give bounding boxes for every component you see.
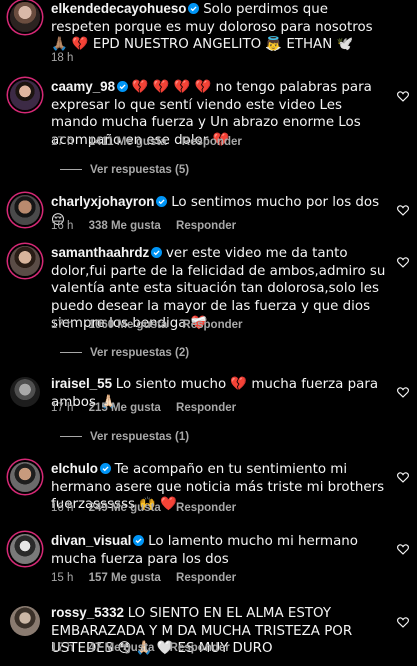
comment-meta: 17 h 215 Me gusta Responder	[51, 402, 248, 414]
comment-likes[interactable]: 338 Me gusta	[89, 220, 161, 232]
comment-meta: 17 h 1060 Me gusta Responder	[51, 319, 255, 331]
comment-meta: 16 h 338 Me gusta Responder	[51, 220, 248, 232]
like-heart-icon[interactable]	[396, 542, 410, 556]
comment-likes[interactable]: 1060 Me gusta	[89, 319, 168, 331]
replies-divider	[60, 352, 82, 354]
verified-badge-icon	[133, 535, 145, 546]
comment-body: divan_visual Lo lamento mucho mi hermano…	[51, 533, 388, 568]
comment-username[interactable]: samanthaahrdz	[51, 245, 149, 260]
comment-likes[interactable]: 47 Me gusta	[89, 642, 155, 654]
comment-username[interactable]: elchulo	[51, 461, 98, 476]
view-replies-button[interactable]: Ver respuestas (5)	[60, 164, 189, 176]
replies-divider	[60, 169, 82, 171]
comment-meta: 15 h 157 Me gusta Responder	[51, 572, 248, 584]
verified-badge-icon	[151, 247, 163, 258]
like-heart-icon[interactable]	[396, 255, 410, 269]
comment-time: 16 h	[51, 502, 74, 514]
avatar[interactable]	[10, 606, 40, 636]
comment-time: 17 h	[51, 642, 74, 654]
avatar[interactable]	[10, 246, 40, 276]
verified-badge-icon	[156, 196, 168, 207]
comment-username[interactable]: rossy_5332	[51, 605, 124, 620]
comment-username[interactable]: elkendedecayohueso	[51, 1, 186, 16]
reply-button[interactable]: Responder	[176, 572, 236, 584]
replies-divider	[60, 436, 82, 438]
verified-badge-icon	[188, 3, 200, 14]
comment-meta: 17 h 1411 Me gusta Responder	[51, 136, 254, 148]
verified-badge-icon	[117, 81, 129, 92]
reply-button[interactable]: Responder	[176, 502, 236, 514]
comment-likes[interactable]: 215 Me gusta	[89, 402, 161, 414]
avatar[interactable]	[10, 534, 40, 564]
comment-meta: 16 h 249 Me gusta Responder	[51, 502, 248, 514]
avatar[interactable]	[10, 462, 40, 492]
comment-likes[interactable]: 157 Me gusta	[89, 572, 161, 584]
comment-username[interactable]: iraisel_55	[51, 376, 112, 391]
comment-username[interactable]: charlyxjohayron	[51, 194, 154, 209]
like-heart-icon[interactable]	[396, 203, 410, 217]
reply-button[interactable]: Responder	[182, 136, 242, 148]
comment-time: 17 h	[51, 319, 74, 331]
comment-time: 17 h	[51, 402, 74, 414]
verified-badge-icon	[99, 463, 111, 474]
comment-time: 18 h	[51, 52, 74, 64]
avatar[interactable]	[10, 2, 40, 32]
comment-body: elkendedecayohueso Solo perdimos que res…	[51, 1, 388, 54]
avatar[interactable]	[10, 377, 40, 407]
view-replies-button[interactable]: Ver respuestas (1)	[60, 431, 189, 443]
reply-button[interactable]: Responder	[170, 642, 230, 654]
comment-meta: 18 h	[51, 52, 85, 64]
comment-time: 15 h	[51, 572, 74, 584]
comment-likes[interactable]: 1411 Me gusta	[89, 136, 167, 148]
view-replies-button[interactable]: Ver respuestas (2)	[60, 347, 189, 359]
comment-time: 17 h	[51, 136, 74, 148]
avatar[interactable]	[10, 80, 40, 110]
comment-username[interactable]: divan_visual	[51, 533, 131, 548]
like-heart-icon[interactable]	[396, 385, 410, 399]
comment-username[interactable]: caamy_98	[51, 79, 115, 94]
like-heart-icon[interactable]	[396, 89, 410, 103]
comment-time: 16 h	[51, 220, 74, 232]
comment-meta: 17 h 47 Me gusta Responder	[51, 642, 242, 654]
comment-likes[interactable]: 249 Me gusta	[89, 502, 161, 514]
reply-button[interactable]: Responder	[176, 220, 236, 232]
avatar[interactable]	[10, 195, 40, 225]
like-heart-icon[interactable]	[396, 470, 410, 484]
reply-button[interactable]: Responder	[182, 319, 242, 331]
like-heart-icon[interactable]	[396, 615, 410, 629]
reply-button[interactable]: Responder	[176, 402, 236, 414]
